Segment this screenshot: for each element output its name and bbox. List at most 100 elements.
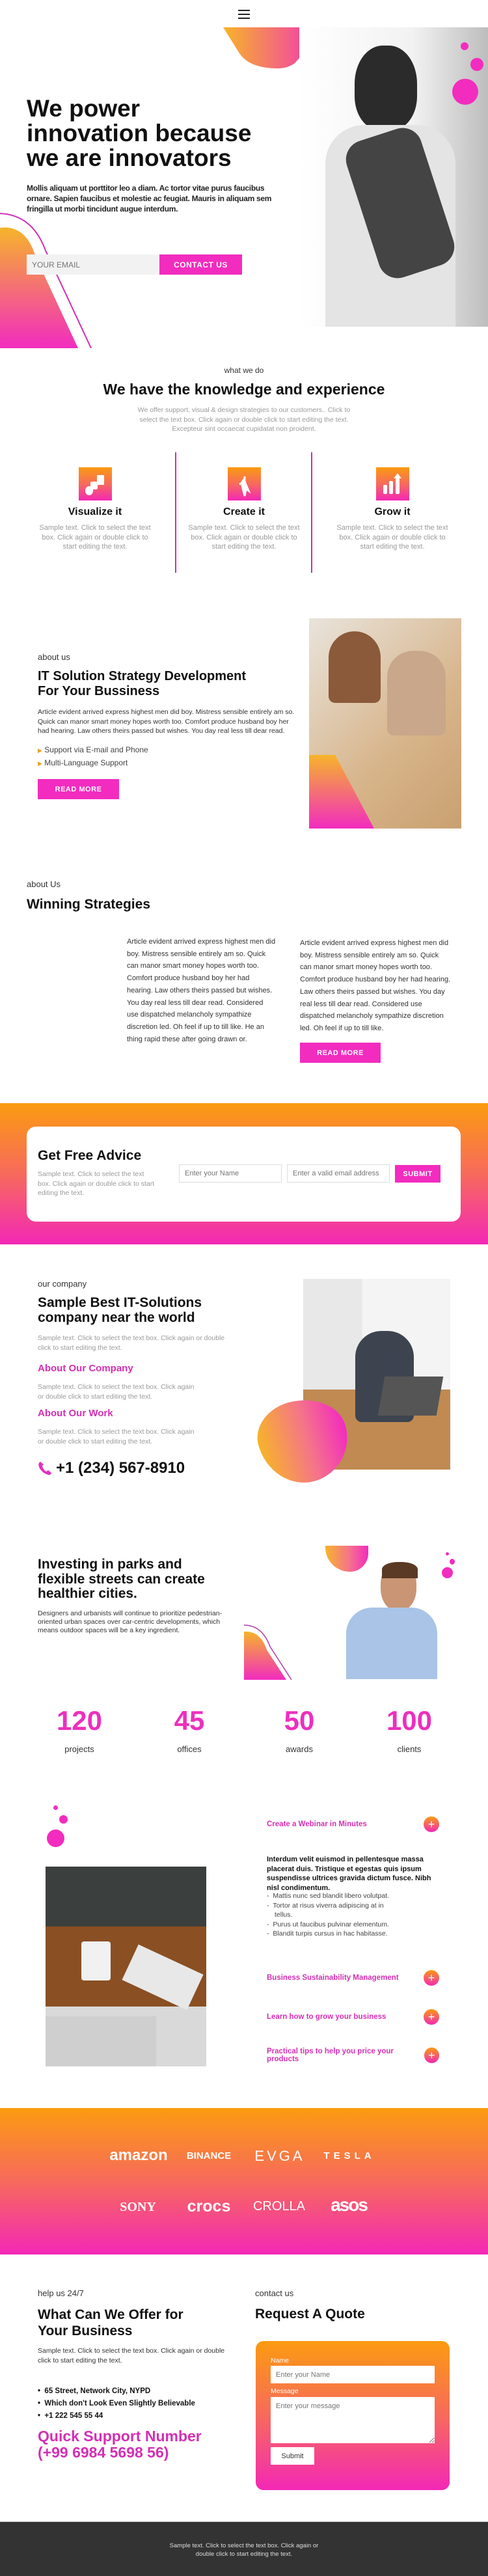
triangle-bullet-icon: ▶ [38,747,42,754]
section-title: We have the knowledge and experience [103,381,385,398]
read-more-button[interactable]: READ MORE [38,779,119,799]
accordion-title: Business Sustainability Management [267,1974,399,1982]
feature-title: Grow it [374,506,411,517]
phone[interactable]: +1 (234) 567-8910 [38,1459,185,1477]
section-eyebrow: our company [38,1279,87,1289]
section-eyebrow: help us 24/7 [38,2288,84,2298]
quote-submit-button[interactable]: Submit [271,2447,314,2465]
stat-projects: 120 projects [34,1705,125,1754]
stat-value: 50 [284,1705,315,1736]
advice-title: Get Free Advice [38,1148,142,1163]
investing-text: Designers and urbanists will continue to… [38,1610,223,1634]
brands-band [0,2108,488,2254]
read-more-button[interactable]: READ MORE [300,1043,381,1063]
stat-value: 45 [174,1705,205,1736]
bullet-text: +1 222 545 55 44 [44,2412,103,2420]
about-text: Article evident arrived express highest … [38,708,295,735]
brand-logo-asos: asos [331,2195,368,2215]
quote-message-input[interactable] [271,2397,435,2443]
brand-logo-sony: SONY [120,2200,156,2214]
accordion-item[interactable]: Create a Webinar in Minutes + [267,1816,439,1832]
bullet-text: Which don't Look Even Slightly Believabl… [44,2400,195,2407]
quote-name-input[interactable] [271,2366,435,2383]
decorative-shape [244,1624,292,1680]
title-line: healthier cities. [38,1586,137,1602]
title-line: Sample Best IT-Solutions [38,1295,202,1310]
accordion-item[interactable]: Learn how to grow your business + [267,2009,439,2025]
decorative-dot [450,1559,455,1565]
title-line: For Your Bussiness [38,684,160,698]
divider [311,452,312,573]
stat-label: clients [397,1744,422,1754]
about-work-text: Sample text. Click to select the text bo… [38,1428,195,1446]
message-label: Message [271,2387,299,2395]
accordion-item[interactable]: Business Sustainability Management + [267,1970,439,1986]
list-text: Blandit turpis cursus in hac habitasse. [273,1930,388,1938]
section-eyebrow: what we do [224,366,264,375]
about-company-heading: About Our Company [38,1363,133,1374]
accordion-title: Create a Webinar in Minutes [267,1820,367,1828]
accordion-list: - Mattis nunc sed blandit libero volutpa… [267,1891,397,1939]
stat-offices: 45 offices [144,1705,235,1754]
plus-icon[interactable]: + [424,2048,439,2063]
title-line: Your Business [38,2323,133,2338]
plus-icon[interactable]: + [424,2009,439,2025]
hero-title-line: innovation because [27,120,252,146]
feature-title: Create it [223,506,265,517]
email-input[interactable] [287,1164,390,1183]
brand-logo-crocs: crocs [187,2197,231,2215]
plus-icon[interactable]: + [424,1970,439,1986]
submit-button[interactable]: SUBMIT [395,1165,441,1183]
section-eyebrow: about Us [27,879,61,889]
brand-logo-crolla: CROLLA [252,2199,306,2213]
advice-text: Sample text. Click to select the text bo… [38,1170,155,1198]
shapes-icon [78,467,112,500]
decorative-dot [53,1805,58,1810]
feature-text: Sample text. Click to select the text bo… [188,524,300,551]
offer-title: What Can We Offer for Your Business [38,2307,246,2339]
quote-title: Request A Quote [255,2307,365,2322]
list-item: - Purus ut faucibus pulvinar elementum. [267,1920,389,1928]
brand-logo-tesla: TESLA [323,2150,375,2161]
phone-number: +1 (234) 567-8910 [56,1459,185,1477]
winning-title: Winning Strategies [27,897,150,912]
company-text: Sample text. Click to select the text bo… [38,1334,225,1352]
accordion-body: Interdum velit euismod in pellentesque m… [267,1856,431,1892]
list-text: Purus ut faucibus pulvinar elementum. [273,1920,389,1928]
about-company-text: Sample text. Click to select the text bo… [38,1383,195,1401]
decorative-dot [470,58,483,71]
support-line: Quick Support Number [38,2428,202,2445]
email-input[interactable] [27,254,159,275]
title-line: Investing in parks and [38,1557,182,1572]
list-item: - Mattis nunc sed blandit libero volutpa… [267,1892,389,1900]
name-input[interactable] [179,1164,282,1183]
hero-title-line: we are innovators [27,144,232,171]
hamburger-icon[interactable] [238,8,250,19]
accordion-title: Practical tips to help you price your pr… [267,2048,394,2063]
footer-text: Sample text. Click to select the text bo… [169,2542,319,2558]
hero-title-line: We power [27,95,141,122]
title-line: flexible streets can create [38,1571,205,1587]
decorative-dot [59,1815,68,1824]
about-work-heading: About Our Work [38,1408,113,1419]
footer: Sample text. Click to select the text bo… [0,2521,488,2576]
thinking-man-image [343,1562,437,1679]
divider [175,452,176,573]
phone-icon [38,1462,51,1475]
hero-title: We power innovation because we are innov… [27,96,300,171]
section-eyebrow: contact us [255,2288,294,2298]
winning-col2: Article evident arrived express highest … [300,939,451,1032]
growth-chart-icon [375,467,409,500]
title-line: IT Solution Strategy Development [38,669,247,683]
accordion-item[interactable]: Practical tips to help you price your pr… [267,2048,439,2063]
contact-us-button[interactable]: CONTACT US [159,254,242,275]
feature-grow: Grow it Sample text. Click to select the… [334,467,451,552]
feature-text: Sample text. Click to select the text bo… [336,524,448,551]
accordion-title: Learn how to grow your business [267,2013,386,2021]
plus-icon[interactable]: + [424,1816,439,1832]
list-item: ▶ Support via E-mail and Phone [38,744,148,757]
brand-logo-amazon: amazon [109,2146,168,2164]
decorative-dot [442,1567,453,1578]
title-line: company near the world [38,1310,195,1325]
stat-value: 100 [386,1705,433,1736]
